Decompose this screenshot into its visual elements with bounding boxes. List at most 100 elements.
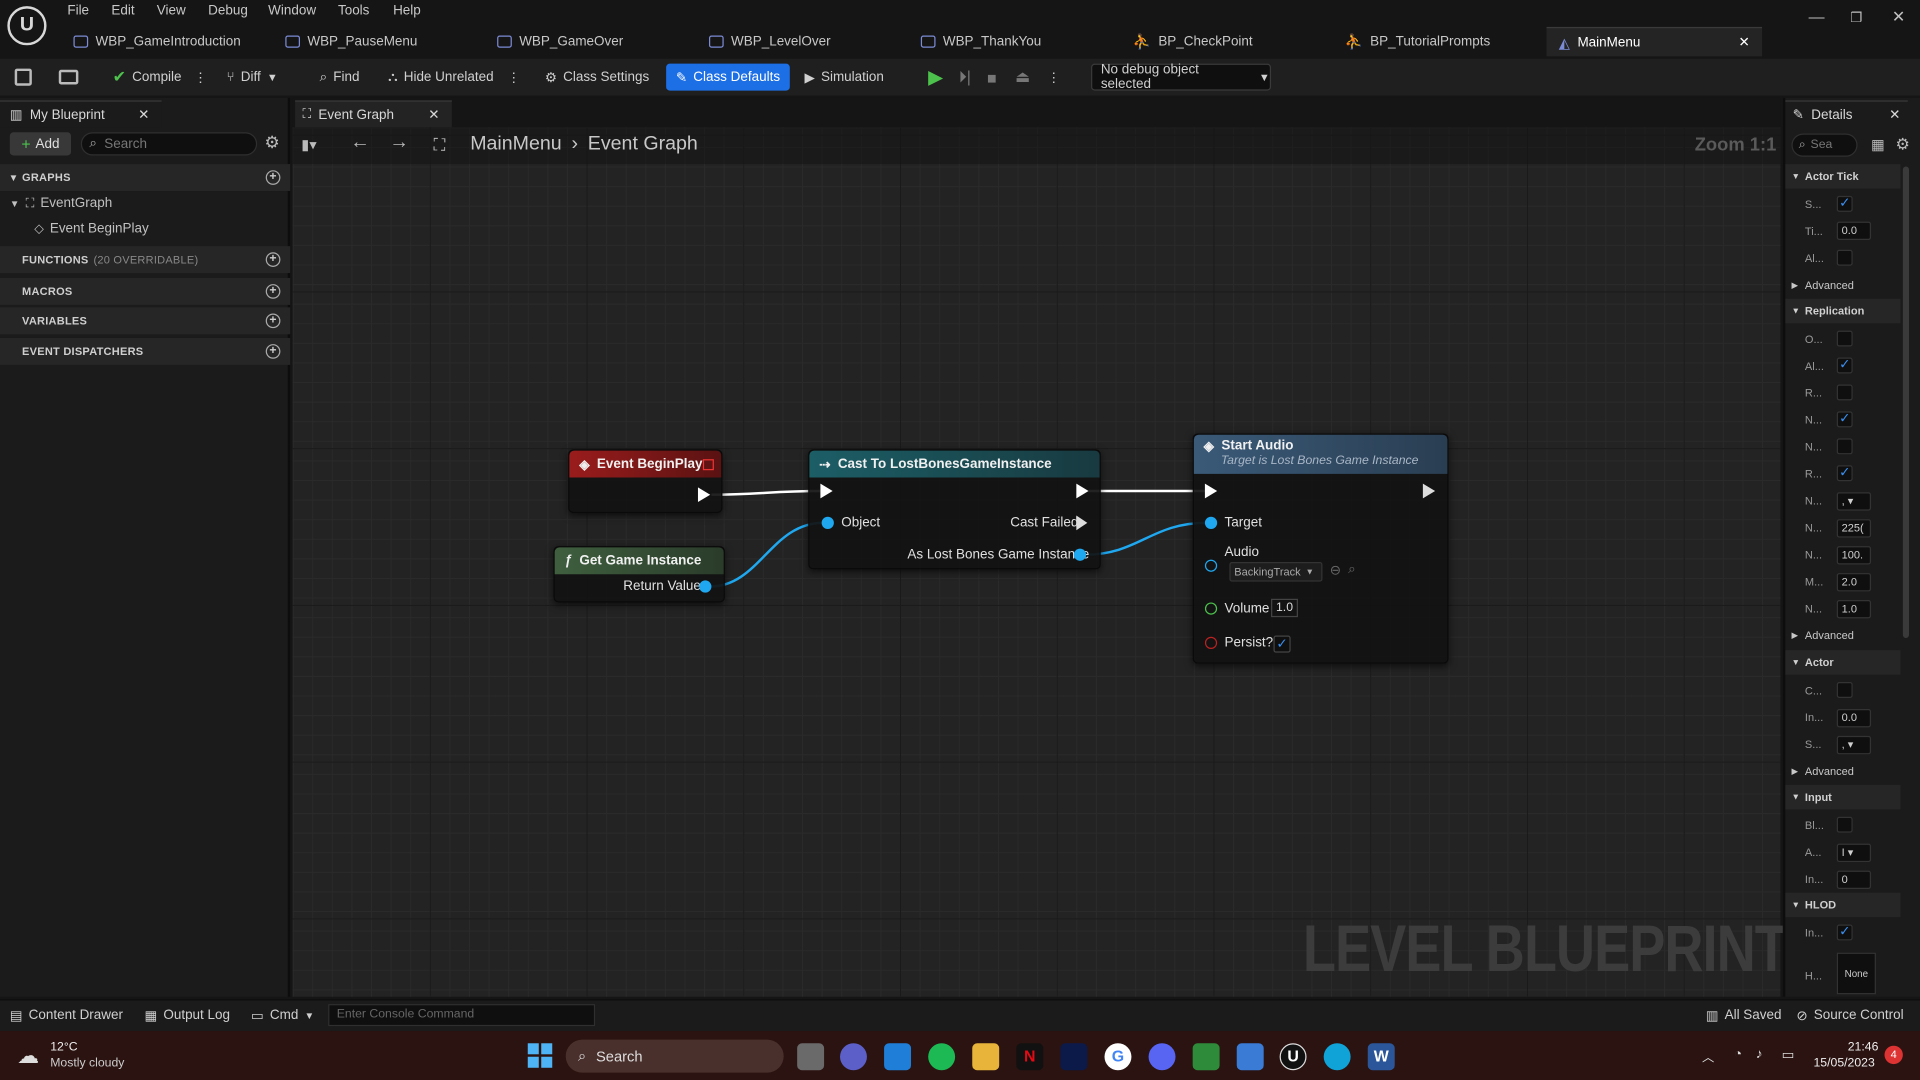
delegate-pin-icon[interactable]	[702, 458, 714, 470]
details-number-field[interactable]: 0.0	[1836, 708, 1872, 728]
spotify-icon[interactable]	[928, 1043, 956, 1071]
details-advanced[interactable]: ▶ Advanced	[1785, 758, 1900, 785]
taskbar-search-label: Search	[596, 1047, 643, 1065]
weather-desc[interactable]: Mostly cloudy	[50, 1057, 124, 1070]
cast-failed-pin[interactable]	[1076, 515, 1088, 531]
wifi-icon[interactable]: ◔	[1734, 1047, 1742, 1062]
browse-asset-icon[interactable]: ⌕	[1348, 562, 1356, 578]
all-saved-button[interactable]: ▥ All Saved	[1706, 1005, 1782, 1025]
details-number-field[interactable]: 0	[1836, 870, 1872, 889]
console-input[interactable]: Enter Console Command	[328, 1004, 596, 1027]
row-label: A...	[1804, 846, 1822, 859]
discord-icon[interactable]	[1148, 1043, 1176, 1071]
mail-icon[interactable]	[884, 1043, 912, 1071]
details-advanced[interactable]: ▶ Advanced	[1785, 272, 1900, 299]
edge-icon[interactable]	[1323, 1043, 1351, 1071]
exec-out-pin[interactable]	[697, 487, 711, 503]
details-checkbox[interactable]	[1836, 438, 1853, 455]
details-checkbox[interactable]: ✓	[1836, 465, 1853, 482]
volume-pin[interactable]	[1204, 602, 1218, 615]
node-title: Cast To LostBonesGameInstance	[837, 456, 1052, 472]
weather-temp[interactable]: 12°C	[50, 1041, 77, 1054]
details-checkbox[interactable]: ✓	[1836, 195, 1853, 212]
netflix-icon[interactable]: N	[1016, 1043, 1044, 1071]
details-dropdown[interactable]: , ▾	[1836, 735, 1872, 755]
target-pin[interactable]	[1204, 516, 1218, 529]
content-drawer-button[interactable]: ▤ Content Drawer	[10, 1005, 123, 1025]
battery-icon[interactable]: ▭	[1782, 1047, 1795, 1063]
as-instance-pin[interactable]	[1073, 548, 1087, 561]
pin-audio-label: Audio	[1224, 544, 1259, 560]
object-pin[interactable]	[821, 516, 834, 529]
persist-pin[interactable]	[1204, 636, 1218, 649]
details-checkbox[interactable]	[1836, 816, 1853, 833]
details-dropdown[interactable]: , ▾	[1836, 492, 1872, 511]
notification-badge[interactable]: 4	[1884, 1045, 1903, 1065]
details-dropdown[interactable]: I ▾	[1836, 843, 1872, 863]
row-label: N...	[1804, 521, 1823, 534]
details-checkbox[interactable]	[1836, 330, 1853, 347]
chrome-icon[interactable]: G	[1104, 1043, 1132, 1071]
return-value-pin[interactable]	[699, 580, 712, 593]
details-section-actor[interactable]: ▼ Actor	[1785, 650, 1901, 675]
close-icon[interactable]: ✕	[1889, 107, 1900, 123]
blender-icon[interactable]	[1236, 1043, 1264, 1071]
table-view-icon[interactable]: ▦	[1871, 136, 1885, 153]
teams-icon[interactable]	[840, 1043, 867, 1071]
word-icon[interactable]: W	[1367, 1043, 1395, 1071]
taskbar-search[interactable]: ⌕ Search	[565, 1039, 784, 1073]
details-section-hlod[interactable]: ▼ HLOD	[1785, 892, 1901, 918]
details-checkbox[interactable]: ✓	[1836, 411, 1853, 428]
output-log-button[interactable]: ▦ Output Log	[144, 1005, 230, 1025]
exec-in-pin[interactable]	[1204, 483, 1218, 499]
chevron-up-icon[interactable]: ︿	[1702, 1047, 1714, 1065]
exec-in-pin[interactable]	[820, 483, 833, 499]
clock-time[interactable]: 21:46	[1844, 1041, 1879, 1054]
windows-start-icon[interactable]	[527, 1043, 553, 1068]
details-section-actor-tick[interactable]: ▼ Actor Tick	[1785, 164, 1901, 189]
details-checkbox[interactable]	[1836, 682, 1853, 698]
content-drawer-label: Content Drawer	[28, 1007, 124, 1023]
speaker-icon[interactable]: ♪	[1756, 1047, 1763, 1062]
details-number-field[interactable]: 2.0	[1836, 573, 1872, 592]
details-number-field[interactable]: 100.	[1836, 546, 1872, 565]
use-selected-icon[interactable]: ⊖	[1330, 562, 1341, 578]
row-label: R...	[1804, 386, 1823, 400]
hlod-asset-thumbnail[interactable]: None	[1836, 952, 1876, 995]
exec-out-pin[interactable]	[1076, 483, 1089, 499]
sheets-icon[interactable]	[1192, 1043, 1220, 1071]
exec-out-pin[interactable]	[1422, 483, 1436, 499]
clock-date[interactable]: 15/05/2023	[1813, 1057, 1874, 1070]
details-search-input[interactable]: ⌕ Sea	[1791, 133, 1858, 157]
details-advanced[interactable]: ▶ Advanced	[1785, 622, 1900, 649]
cmd-select[interactable]: ▭ Cmd ▼	[251, 1005, 314, 1025]
details-number-field[interactable]: 225(	[1836, 519, 1872, 538]
section-title: Input	[1804, 791, 1832, 804]
details-checkbox[interactable]: ✓	[1836, 924, 1853, 941]
unreal-taskbar-icon[interactable]: U	[1279, 1043, 1307, 1071]
advanced-label: Advanced	[1804, 279, 1854, 292]
details-checkbox[interactable]: ✓	[1836, 357, 1853, 374]
node-get-game-instance[interactable]: ƒ Get Game Instance	[553, 546, 725, 603]
details-scrollbar[interactable]	[1902, 166, 1909, 638]
audio-pin[interactable]	[1204, 559, 1218, 572]
disney-plus-icon[interactable]	[1060, 1043, 1088, 1071]
chevron-down-icon: ▼	[1791, 792, 1800, 802]
tab-details[interactable]: ✎ Details ✕	[1785, 100, 1908, 127]
task-view-icon[interactable]	[797, 1043, 825, 1071]
row-label: N...	[1804, 548, 1823, 561]
details-checkbox[interactable]	[1836, 384, 1853, 401]
node-event-beginplay[interactable]: ◈ Event BeginPlay	[568, 449, 723, 514]
source-control-button[interactable]: ⊘ Source Control	[1796, 1005, 1903, 1025]
audio-asset-select[interactable]: BackingTrack ▼	[1229, 562, 1323, 582]
volume-field[interactable]: 1.0	[1271, 598, 1298, 618]
details-number-field[interactable]: 0.0	[1836, 221, 1872, 241]
details-number-field[interactable]: 1.0	[1836, 600, 1872, 619]
details-section-input[interactable]: ▼ Input	[1785, 784, 1901, 810]
details-checkbox[interactable]	[1836, 249, 1853, 266]
details-section-replication[interactable]: ▼ Replication	[1785, 298, 1901, 324]
weather-cloud-icon[interactable]: ☁	[17, 1043, 39, 1069]
persist-checkbox[interactable]: ✓	[1273, 635, 1291, 653]
file-explorer-icon[interactable]	[972, 1043, 1000, 1071]
gear-icon[interactable]: ⚙	[1896, 135, 1910, 155]
